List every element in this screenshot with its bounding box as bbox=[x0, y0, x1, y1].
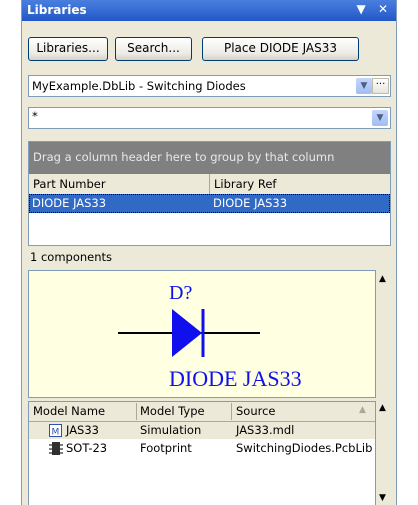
column-header-part-number[interactable]: Part Number bbox=[29, 174, 209, 195]
group-hint-text: Drag a column header here to group by th… bbox=[33, 150, 335, 164]
diode-symbol: D? DIODE JAS33 bbox=[118, 282, 302, 391]
table-row[interactable]: DIODE JAS33 DIODE JAS33 bbox=[29, 194, 390, 213]
column-divider[interactable] bbox=[136, 403, 137, 420]
panel-titlebar: Libraries ▼ ✕ bbox=[22, 0, 396, 21]
model-type: Simulation bbox=[140, 423, 202, 437]
more-options-button[interactable]: ··· bbox=[372, 78, 389, 94]
column-header-library-ref[interactable]: Library Ref bbox=[210, 174, 390, 195]
models-grid: Model Name Model Type Source ▲ M JAS33 S… bbox=[28, 401, 376, 505]
panel-menu-close-icons[interactable]: ▼ ✕ bbox=[357, 2, 392, 16]
panel-title: Libraries bbox=[27, 3, 87, 17]
column-header-model-name[interactable]: Model Name bbox=[33, 404, 105, 418]
library-select[interactable]: MyExample.DbLib - Switching Diodes ▼ ··· bbox=[28, 75, 391, 97]
model-row[interactable]: M JAS33 Simulation JAS33.mdl bbox=[29, 422, 375, 439]
simulation-model-icon: M bbox=[49, 424, 62, 438]
column-header-model-type[interactable]: Model Type bbox=[140, 404, 205, 418]
place-component-button[interactable]: Place DIODE JAS33 bbox=[202, 37, 359, 61]
model-name: SOT-23 bbox=[66, 441, 108, 455]
comment-text: DIODE JAS33 bbox=[169, 366, 302, 391]
library-select-value: MyExample.DbLib - Switching Diodes bbox=[32, 79, 246, 93]
column-header-label: Part Number bbox=[33, 177, 106, 191]
scroll-down-icon[interactable]: ▼ bbox=[379, 493, 386, 503]
libraries-button[interactable]: Libraries... bbox=[28, 37, 108, 61]
designator-text: D? bbox=[169, 282, 192, 304]
preview-scrollbar[interactable]: ▲ bbox=[376, 270, 391, 398]
models-scrollbar[interactable]: ▲ ▼ bbox=[376, 401, 391, 505]
model-name: JAS33 bbox=[66, 423, 99, 437]
model-source: JAS33.mdl bbox=[236, 423, 295, 437]
column-header-label: Library Ref bbox=[214, 177, 277, 191]
component-count: 1 components bbox=[30, 250, 113, 264]
libraries-panel: Libraries ▼ ✕ Libraries... Search... Pla… bbox=[21, 0, 397, 505]
chevron-down-icon[interactable]: ▼ bbox=[372, 110, 388, 126]
chevron-down-icon[interactable]: ▼ bbox=[356, 78, 372, 94]
filter-select-value: * bbox=[32, 109, 38, 123]
column-divider[interactable] bbox=[231, 403, 232, 420]
column-header-source[interactable]: Source bbox=[236, 404, 276, 418]
model-row[interactable]: SOT-23 Footprint SwitchingDiodes.PcbLib bbox=[29, 440, 375, 457]
symbol-preview: D? DIODE JAS33 bbox=[28, 270, 376, 398]
footprint-chip-icon bbox=[49, 442, 63, 455]
components-grid: Drag a column header here to group by th… bbox=[28, 141, 391, 246]
models-header: Model Name Model Type Source ▲ bbox=[29, 402, 375, 422]
cell-library-ref: DIODE JAS33 bbox=[213, 196, 288, 210]
diode-triangle bbox=[172, 309, 202, 357]
group-by-area[interactable]: Drag a column header here to group by th… bbox=[29, 142, 390, 174]
filter-select[interactable]: * ▼ bbox=[28, 107, 391, 129]
scroll-up-icon[interactable]: ▲ bbox=[379, 274, 386, 284]
svg-text:M: M bbox=[52, 428, 60, 438]
cell-part-number: DIODE JAS33 bbox=[32, 196, 107, 210]
model-type: Footprint bbox=[140, 441, 192, 455]
search-button[interactable]: Search... bbox=[115, 37, 192, 61]
scroll-up-icon[interactable]: ▲ bbox=[379, 403, 386, 413]
model-source: SwitchingDiodes.PcbLib bbox=[236, 441, 373, 455]
sort-arrow-icon: ▲ bbox=[359, 405, 366, 415]
